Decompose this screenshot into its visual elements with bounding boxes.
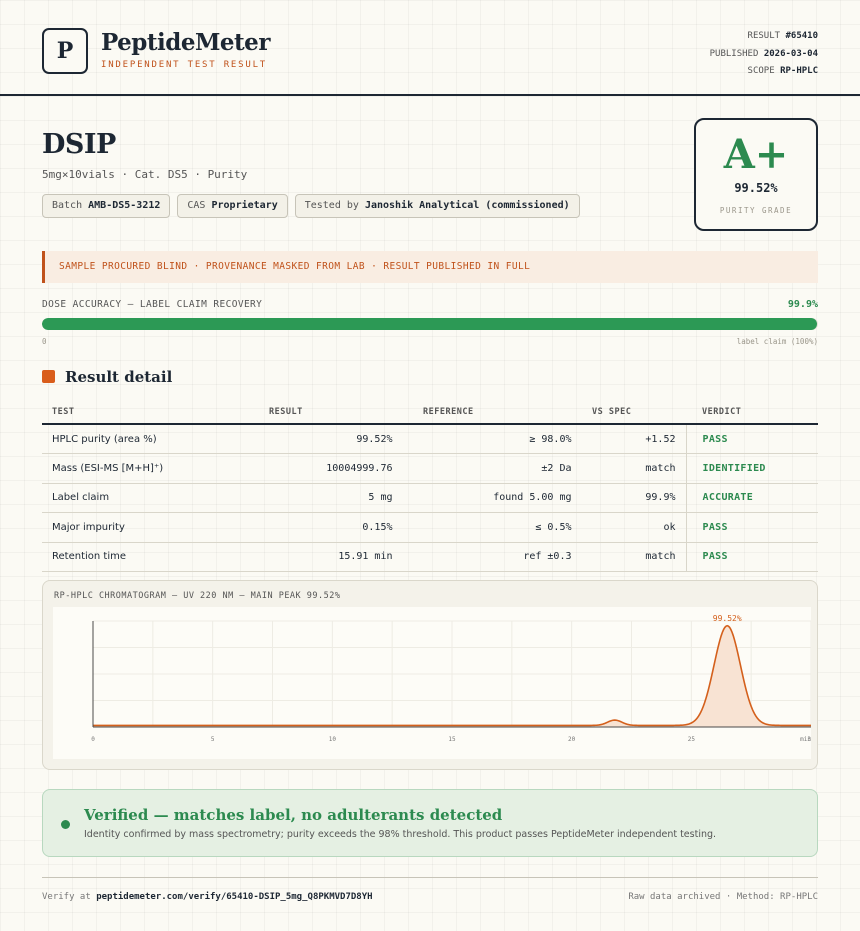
cell-reference: ≥ 98.0% — [407, 424, 582, 454]
purity-grade-card: A+ 99.52% PURITY GRADE — [694, 118, 818, 231]
dose-scale-min: 0 — [42, 337, 47, 346]
cas-chip-value: Proprietary — [211, 200, 278, 211]
meta-scope: SCOPE RP-HPLC — [710, 63, 818, 81]
table-row: Label claim 5 mg found 5.00 mg 99.9% ACC… — [42, 483, 818, 513]
footer-divider — [42, 877, 818, 878]
chromatogram-title: RP-HPLC CHROMATOGRAM — UV 220 NM — MAIN … — [54, 591, 341, 601]
grade-value: 99.52% — [734, 181, 778, 195]
section-marker-icon — [42, 370, 55, 383]
grade-label: PURITY GRADE — [719, 206, 793, 215]
cell-vs-spec: match — [582, 542, 687, 572]
result-meta: RESULT #65410 PUBLISHED 2026-03-04 SCOPE… — [710, 28, 818, 81]
col-header-reference: REFERENCE — [407, 400, 582, 425]
col-header-verdict: VERDICT — [686, 400, 818, 425]
x-tick-label: 25 — [688, 736, 696, 743]
batch-chip: Batch AMB-DS5-3212 — [42, 194, 171, 218]
cas-chip-label: CAS — [187, 200, 206, 211]
table-row: HPLC purity (area %) 99.52% ≥ 98.0% +1.5… — [42, 424, 818, 454]
meta-scope-label: SCOPE — [747, 66, 775, 76]
cell-test: Mass (ESI-MS [M+H]⁺) — [42, 453, 217, 484]
cell-reference: ref ±0.3 — [407, 542, 582, 572]
cas-chip: CAS Proprietary — [177, 194, 288, 218]
verified-description: Identity confirmed by mass spectrometry;… — [84, 829, 717, 840]
cell-vs-spec: 99.9% — [582, 483, 687, 513]
verified-title: Verified — matches label, no adulterants… — [84, 806, 503, 824]
chromatogram-card: RP-HPLC CHROMATOGRAM — UV 220 NM — MAIN … — [42, 580, 818, 770]
results-table: TEST RESULT REFERENCE VS SPEC VERDICT HP… — [42, 400, 818, 572]
cell-result: 0.15% — [217, 512, 407, 543]
tested-by-chip-value: Janoshik Analytical (commissioned) — [364, 200, 570, 211]
x-tick-label: 20 — [568, 736, 576, 743]
product-subtitle: 5mg×10vials · Cat. DS5 · Purity — [42, 168, 248, 181]
dose-accuracy-bar — [42, 318, 818, 330]
dose-accuracy-label: DOSE ACCURACY — LABEL CLAIM RECOVERY — [42, 299, 263, 310]
verified-banner: Verified — matches label, no adulterants… — [42, 789, 818, 857]
x-tick-label: 15 — [448, 736, 456, 743]
meta-published-label: PUBLISHED — [709, 48, 759, 59]
product-title: DSIP — [42, 129, 116, 160]
cell-result: 15.91 min — [217, 542, 407, 572]
tested-by-chip: Tested by Janoshik Analytical (commissio… — [294, 194, 580, 218]
blind-procurement-notice: SAMPLE PROCURED BLIND · PROVENANCE MASKE… — [42, 251, 818, 283]
col-header-test: TEST — [42, 400, 217, 425]
brand-logo: P — [42, 28, 88, 74]
peak-label: 99.52% — [713, 614, 742, 623]
cell-result: 10004999.76 — [217, 453, 407, 484]
verify-url-link[interactable]: peptidemeter.com/verify/65410-DSIP_5mg_Q… — [96, 892, 372, 902]
meta-published: PUBLISHED 2026-03-04 — [710, 46, 818, 64]
brand-tagline: INDEPENDENT TEST RESULT — [101, 60, 268, 70]
verified-status-dot — [61, 820, 70, 829]
meta-result-label: RESULT — [747, 31, 781, 41]
x-tick-label: 10 — [329, 736, 337, 743]
x-tick-label: 0 — [91, 736, 95, 743]
col-header-result: RESULT — [217, 400, 407, 425]
cell-verdict: PASS — [686, 424, 818, 454]
dose-accuracy-value: 99.9% — [787, 299, 818, 310]
cell-test: Label claim — [42, 483, 217, 513]
table-row: Major impurity 0.15% ≤ 0.5% ok PASS — [42, 512, 818, 543]
x-tick-label: 5 — [211, 736, 215, 743]
footer-method-note: Raw data archived · Method: RP-HPLC — [628, 892, 818, 902]
meta-result: RESULT #65410 — [710, 28, 818, 46]
x-unit-label: min — [800, 736, 811, 743]
cell-test: Major impurity — [42, 512, 217, 543]
cell-vs-spec: ok — [582, 512, 687, 543]
brand-name: PeptideMeter — [101, 29, 270, 56]
cell-verdict: PASS — [686, 542, 818, 572]
cell-verdict: PASS — [686, 512, 818, 543]
cell-verdict: IDENTIFIED — [686, 453, 818, 484]
col-header-vs-spec: VS SPEC — [582, 400, 686, 425]
chromatogram-svg: 051015202530min99.52% — [91, 614, 815, 743]
verify-prefix: Verify at — [42, 892, 91, 902]
results-header-row: TEST RESULT REFERENCE VS SPEC VERDICT — [42, 400, 818, 425]
table-row: Mass (ESI-MS [M+H]⁺) 10004999.76 ±2 Da m… — [42, 453, 818, 484]
product-chips: Batch AMB-DS5-3212 CAS Proprietary Teste… — [42, 194, 580, 218]
meta-result-value: #65410 — [785, 31, 818, 41]
tested-by-chip-label: Tested by — [304, 200, 359, 211]
dose-scale-max: label claim (100%) — [736, 337, 818, 346]
cell-verdict: ACCURATE — [686, 483, 818, 513]
cell-result: 99.52% — [217, 424, 407, 454]
batch-chip-label: Batch — [52, 200, 83, 211]
batch-chip-value: AMB-DS5-3212 — [88, 200, 161, 211]
cell-reference: ≤ 0.5% — [407, 512, 582, 543]
cell-reference: ±2 Da — [407, 453, 582, 484]
meta-scope-value: RP-HPLC — [780, 66, 818, 76]
result-detail-title: Result detail — [65, 368, 173, 386]
cell-result: 5 mg — [217, 483, 407, 513]
cell-vs-spec: match — [582, 453, 687, 484]
chromatogram-plot: 051015202530min99.52% — [53, 607, 815, 759]
table-row: Retention time 15.91 min ref ±0.3 match … — [42, 542, 818, 572]
cell-test: Retention time — [42, 542, 217, 572]
cell-vs-spec: +1.52 — [582, 424, 687, 454]
dose-accuracy-fill — [42, 318, 818, 330]
verify-link-text: Verify at peptidemeter.com/verify/65410-… — [42, 892, 373, 902]
meta-published-value: 2026-03-04 — [763, 48, 818, 59]
cell-test: HPLC purity (area %) — [42, 424, 217, 454]
header: P PeptideMeter INDEPENDENT TEST RESULT R… — [0, 0, 860, 96]
cell-reference: found 5.00 mg — [407, 483, 582, 513]
grade-letter: A+ — [723, 131, 789, 178]
